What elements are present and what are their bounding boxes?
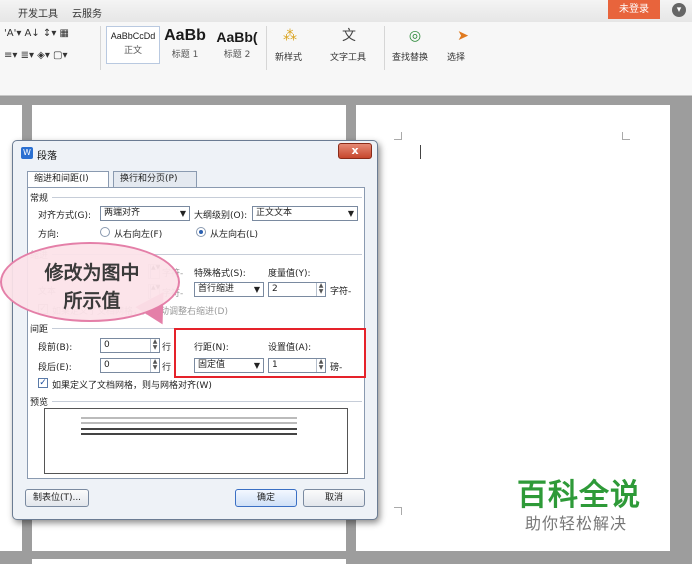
new-style-icon[interactable]: ⁂ (281, 28, 299, 44)
space-before-label: 段前(B): (38, 343, 73, 353)
ribbon-toolbar: 'A'▾ A↓ ↕▾ ▦ ≡▾ ≣▾ ◈▾ ▢▾ AaBbCcDd 正文 AaB… (0, 22, 692, 96)
tab-indent-spacing[interactable]: 缩进和间距(I) (27, 171, 109, 188)
wps-app-icon: W (21, 147, 33, 159)
outline-level-select[interactable]: 正文文本 ▼ (252, 206, 358, 221)
text-tools-icon[interactable]: 文 (340, 28, 358, 44)
style-normal[interactable]: AaBbCcDd 正文 (106, 26, 160, 64)
grid-align-checkbox[interactable]: ✓ (38, 378, 48, 388)
style-heading-1[interactable]: AaBb 标题 1 (158, 26, 212, 64)
space-after-unit: 行 (162, 363, 172, 373)
ltr-radio[interactable] (196, 227, 206, 237)
ltr-label: 从左向右(L) (210, 230, 259, 240)
section-general: 常规 (30, 194, 49, 204)
chevron-down-icon[interactable]: ▾ (672, 3, 686, 17)
paragraph-tools-icon[interactable]: ≡▾ ≣▾ ◈▾ ▢▾ (4, 50, 68, 61)
cancel-button[interactable]: 取消 (303, 489, 365, 507)
space-before-spinner[interactable]: 0 ▲ ▼ (100, 338, 160, 353)
menu-bar: 开发工具 云服务 未登录 ▾ (0, 0, 692, 22)
watermark-title: 百科全说 (517, 478, 641, 513)
watermark-subtitle: 助你轻松解决 (525, 514, 628, 533)
callout-line-1: 修改为图中 (44, 262, 140, 284)
separator (52, 401, 362, 402)
new-style-button[interactable]: 新样式 (275, 50, 302, 63)
degree-spinner[interactable]: 2 ▲ ▼ (268, 282, 326, 297)
text-tools-button[interactable]: 文字工具 (330, 50, 366, 63)
space-after-spinner[interactable]: 0 ▲ ▼ (100, 358, 160, 373)
select-button[interactable]: 选择 (447, 50, 465, 63)
preview-line (81, 428, 297, 430)
callout-bubble: 修改为图中 所示值 (0, 242, 180, 322)
tab-stops-button[interactable]: 制表位(T)... (25, 489, 89, 507)
separator (384, 26, 385, 70)
space-before-unit: 行 (162, 343, 172, 353)
section-preview: 预览 (30, 398, 49, 408)
ok-button[interactable]: 确定 (235, 489, 297, 507)
dialog-titlebar[interactable]: W 段落 x (13, 141, 377, 163)
find-replace-icon[interactable]: ◎ (406, 28, 424, 44)
margin-mark (394, 132, 402, 140)
style-heading-2[interactable]: AaBb( 标题 2 (210, 26, 264, 64)
outline-level-label: 大纲级别(O): (194, 211, 248, 221)
alignment-select[interactable]: 两端对齐 ▼ (100, 206, 190, 221)
direction-label: 方向: (38, 230, 60, 240)
rtl-label: 从右向左(F) (114, 230, 163, 240)
degree-unit-label: 字符- (330, 287, 352, 297)
paragraph-preview (44, 408, 348, 474)
select-cursor-icon[interactable]: ➤ (454, 28, 472, 44)
callout-line-2: 所示值 (63, 290, 121, 312)
alignment-label: 对齐方式(G): (38, 211, 92, 221)
preview-line (81, 417, 297, 419)
preview-line (81, 422, 297, 424)
dropdown-arrow-icon: ▼ (253, 285, 260, 294)
margin-mark (622, 132, 630, 140)
dropdown-arrow-icon: ▼ (179, 209, 186, 218)
separator (266, 26, 267, 70)
section-spacing: 间距 (30, 325, 49, 335)
menu-cloud-service[interactable]: 云服务 (72, 5, 102, 20)
grid-align-label: 如果定义了文档网格，则与网格对齐(W) (52, 381, 212, 391)
separator (100, 26, 101, 70)
preview-line (81, 433, 297, 435)
font-size-up-icon[interactable]: 'A'▾ A↓ ↕▾ ▦ (4, 28, 69, 39)
text-cursor (420, 145, 421, 159)
tab-line-page-breaks[interactable]: 换行和分页(P) (113, 171, 197, 187)
separator (52, 197, 362, 198)
close-button[interactable]: x (338, 143, 372, 159)
space-after-label: 段后(E): (38, 363, 72, 373)
dialog-title: 段落 (37, 151, 57, 162)
degree-label: 度量值(Y): (268, 269, 311, 279)
login-button[interactable]: 未登录 (608, 0, 660, 19)
document-page-next (32, 559, 346, 564)
special-format-label: 特殊格式(S): (194, 269, 246, 279)
highlight-box (174, 328, 366, 378)
rtl-radio[interactable] (100, 227, 110, 237)
special-format-select[interactable]: 首行缩进 ▼ (194, 282, 264, 297)
margin-mark (394, 507, 402, 515)
dropdown-arrow-icon: ▼ (347, 209, 354, 218)
find-replace-button[interactable]: 查找替换 (392, 50, 428, 63)
menu-developer-tools[interactable]: 开发工具 (18, 5, 58, 20)
